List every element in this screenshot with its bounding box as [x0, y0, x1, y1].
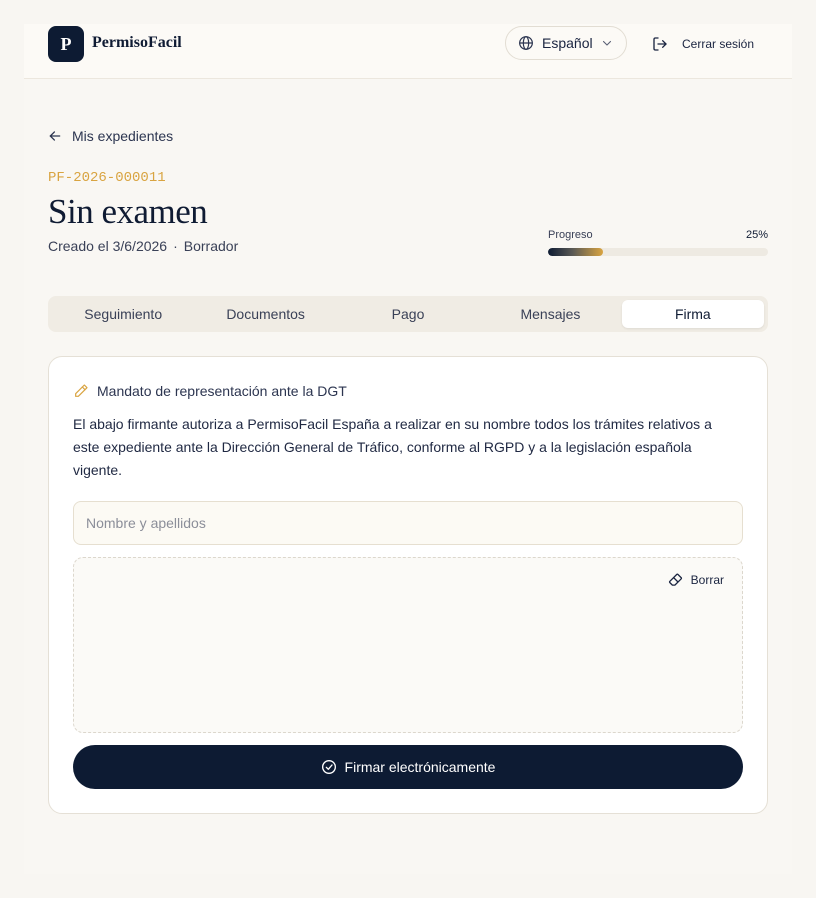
globe-icon	[519, 36, 533, 50]
progress-bar	[548, 248, 768, 256]
arrow-left-icon	[49, 131, 61, 141]
language-label: Español	[542, 35, 593, 51]
card-heading: Mandato de representación ante la DGT	[73, 383, 347, 399]
sign-electronically-button[interactable]: Firmar electrónicamente	[73, 745, 743, 789]
tab-pago[interactable]: Pago	[337, 300, 479, 328]
status-badge: Borrador	[183, 238, 239, 254]
clear-label: Borrar	[690, 572, 724, 587]
tab-seguimiento[interactable]: Seguimiento	[52, 300, 194, 328]
brand-name[interactable]: PermisoFacil	[92, 34, 182, 52]
logout-icon	[653, 37, 667, 51]
meta-separator: ·	[173, 238, 178, 254]
pencil-icon	[75, 384, 88, 397]
case-meta: Creado el 3/6/2026 · Borrador	[48, 238, 238, 254]
tab-firma[interactable]: Firma	[621, 300, 765, 328]
app-frame: P PermisoFacil Español Cerrar sesión Mis…	[24, 24, 792, 874]
sign-label: Firmar electrónicamente	[344, 759, 496, 775]
tab-mensajes[interactable]: Mensajes	[479, 300, 621, 328]
tab-documentos[interactable]: Documentos	[194, 300, 336, 328]
eraser-icon	[668, 573, 682, 586]
check-circle-icon	[321, 760, 336, 774]
progress-label: Progreso	[548, 229, 593, 241]
signature-pad[interactable]: Borrar	[73, 557, 743, 733]
progress-fill	[548, 248, 603, 256]
logout-label: Cerrar sesión	[682, 37, 755, 51]
page-title: Sin examen	[48, 192, 208, 231]
back-to-cases-link[interactable]: Mis expedientes	[48, 128, 173, 144]
signature-card: Mandato de representación ante la DGT El…	[48, 356, 768, 814]
created-date: Creado el 3/6/2026	[48, 238, 168, 254]
top-header: P PermisoFacil Español Cerrar sesión	[24, 24, 792, 79]
mandate-text: El abajo firmante autoriza a PermisoFaci…	[73, 416, 712, 478]
case-id: PF-2026-000011	[48, 170, 166, 186]
logo-badge: P	[48, 26, 84, 62]
clear-signature-button[interactable]: Borrar	[668, 572, 724, 587]
progress-percent: 25%	[745, 229, 768, 241]
card-heading-label: Mandato de representación ante la DGT	[97, 383, 347, 399]
full-name-input[interactable]	[73, 501, 743, 545]
case-tabs: Seguimiento Documentos Pago Mensajes Fir…	[48, 296, 768, 332]
logout-button[interactable]: Cerrar sesión	[642, 26, 768, 62]
back-label: Mis expedientes	[72, 128, 174, 144]
chevron-down-icon	[602, 40, 611, 46]
language-selector[interactable]: Español	[505, 26, 627, 60]
